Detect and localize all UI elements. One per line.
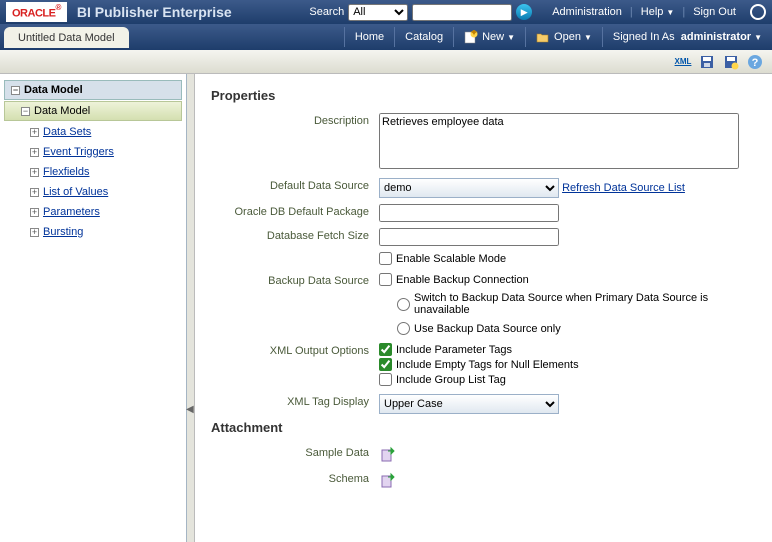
- nav-bar: Untitled Data Model Home Catalog ✦ New▼ …: [0, 24, 772, 50]
- xml-group-label: Include Group List Tag: [396, 374, 506, 386]
- tree-flexfields[interactable]: +Flexfields: [4, 163, 182, 181]
- db-package-input[interactable]: [379, 204, 559, 222]
- xml-param-checkbox[interactable]: [379, 343, 392, 356]
- help-button[interactable]: ?: [746, 53, 764, 71]
- schema-label: Schema: [211, 471, 379, 485]
- oracle-logo: ORACLE®: [6, 2, 67, 22]
- backup-ds-label: Backup Data Source: [211, 273, 379, 287]
- backup-conn-label: Enable Backup Connection: [396, 274, 529, 286]
- xml-empty-checkbox[interactable]: [379, 358, 392, 371]
- expand-icon[interactable]: +: [30, 168, 39, 177]
- tree-event-triggers[interactable]: +Event Triggers: [4, 143, 182, 161]
- oracle-o-icon: [750, 4, 766, 20]
- fetch-size-input[interactable]: [379, 228, 559, 246]
- backup-switch-label: Switch to Backup Data Source when Primar…: [414, 292, 756, 316]
- splitter-handle-icon[interactable]: ◀: [186, 404, 194, 415]
- refresh-ds-link[interactable]: Refresh Data Source List: [562, 182, 685, 194]
- expand-icon[interactable]: +: [30, 148, 39, 157]
- collapse-icon[interactable]: −: [21, 107, 30, 116]
- collapse-icon[interactable]: −: [11, 86, 20, 95]
- xml-tag-label: XML Tag Display: [211, 394, 379, 408]
- xml-tag-select[interactable]: Upper Case: [379, 394, 559, 414]
- expand-icon[interactable]: +: [30, 228, 39, 237]
- tab-untitled[interactable]: Untitled Data Model: [4, 27, 129, 48]
- scalable-label: Enable Scalable Mode: [396, 253, 506, 265]
- svg-text:✦: ✦: [469, 30, 478, 39]
- expand-icon[interactable]: +: [30, 208, 39, 217]
- default-ds-select[interactable]: demo: [379, 178, 559, 198]
- top-header: ORACLE® BI Publisher Enterprise Search A…: [0, 0, 772, 24]
- open-folder-icon: [536, 30, 550, 44]
- expand-icon[interactable]: +: [30, 188, 39, 197]
- description-label: Description: [211, 113, 379, 127]
- search-type-select[interactable]: All: [348, 4, 408, 21]
- backup-only-radio[interactable]: [397, 322, 410, 335]
- default-ds-label: Default Data Source: [211, 178, 379, 192]
- tree-bursting[interactable]: +Bursting: [4, 223, 182, 241]
- upload-sample-button[interactable]: [379, 445, 397, 463]
- editor-toolbar: XML ?: [0, 50, 772, 74]
- backup-conn-checkbox[interactable]: [379, 273, 392, 286]
- svg-text:?: ?: [752, 57, 759, 69]
- backup-switch-radio[interactable]: [397, 298, 410, 311]
- search-go-button[interactable]: ▶: [516, 4, 532, 20]
- xml-empty-label: Include Empty Tags for Null Elements: [396, 359, 579, 371]
- admin-link[interactable]: Administration: [552, 6, 622, 18]
- fetch-size-label: Database Fetch Size: [211, 228, 379, 242]
- properties-heading: Properties: [211, 88, 756, 103]
- scalable-checkbox[interactable]: [379, 252, 392, 265]
- nav-home[interactable]: Home: [344, 27, 394, 47]
- search-input[interactable]: [412, 4, 512, 21]
- db-package-label: Oracle DB Default Package: [211, 204, 379, 218]
- app-title: BI Publisher Enterprise: [77, 4, 232, 20]
- help-link[interactable]: Help▼: [641, 6, 675, 18]
- splitter[interactable]: ◀: [187, 74, 195, 542]
- tree-selected[interactable]: −Data Model: [4, 101, 182, 121]
- attachment-heading: Attachment: [211, 420, 756, 435]
- nav-open[interactable]: Open▼: [525, 27, 602, 47]
- user-menu[interactable]: administrator▼: [681, 31, 762, 43]
- new-icon: ✦: [464, 30, 478, 44]
- search-label: Search: [309, 6, 344, 18]
- tree-data-sets[interactable]: +Data Sets: [4, 123, 182, 141]
- xml-button[interactable]: XML: [674, 53, 692, 71]
- tree-list-of-values[interactable]: +List of Values: [4, 183, 182, 201]
- main-panel: Properties Description Default Data Sour…: [195, 74, 772, 542]
- signed-in-label: Signed In As administrator▼: [602, 27, 772, 47]
- xml-param-label: Include Parameter Tags: [396, 344, 512, 356]
- upload-schema-button[interactable]: [379, 471, 397, 489]
- description-input[interactable]: [379, 113, 739, 169]
- nav-catalog[interactable]: Catalog: [394, 27, 453, 47]
- signout-link[interactable]: Sign Out: [693, 6, 736, 18]
- xml-group-checkbox[interactable]: [379, 373, 392, 386]
- backup-only-label: Use Backup Data Source only: [414, 323, 561, 335]
- save-button[interactable]: [698, 53, 716, 71]
- expand-icon[interactable]: +: [30, 128, 39, 137]
- tree-parameters[interactable]: +Parameters: [4, 203, 182, 221]
- tree-root[interactable]: −Data Model: [4, 80, 182, 100]
- sample-data-label: Sample Data: [211, 445, 379, 459]
- save-as-button[interactable]: [722, 53, 740, 71]
- nav-new[interactable]: ✦ New▼: [453, 27, 525, 47]
- sidebar-tree: −Data Model −Data Model +Data Sets +Even…: [0, 74, 187, 542]
- xml-output-label: XML Output Options: [211, 343, 379, 357]
